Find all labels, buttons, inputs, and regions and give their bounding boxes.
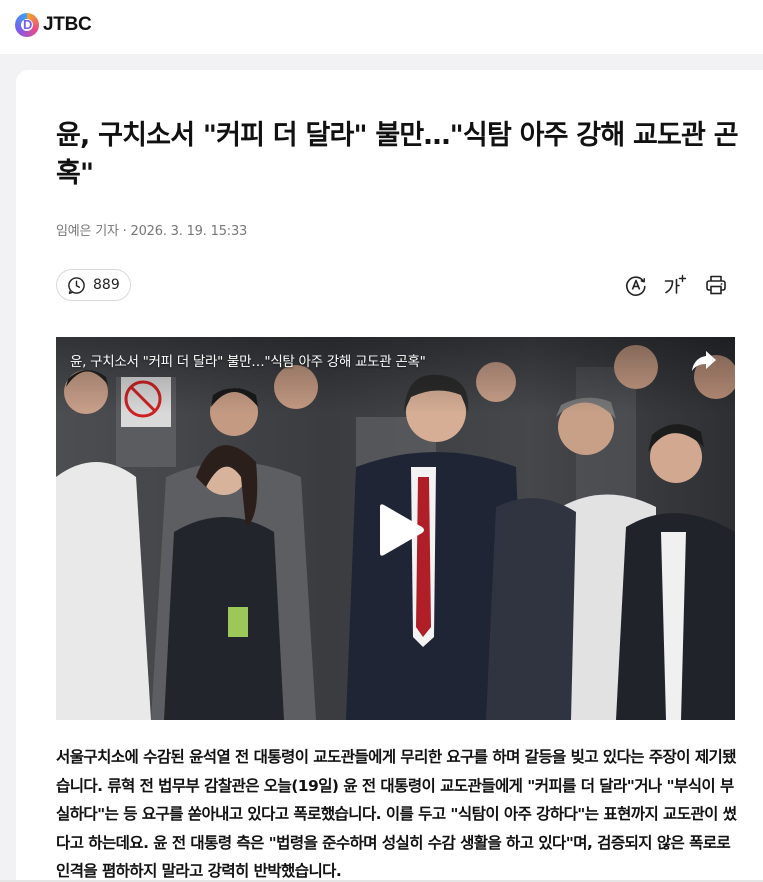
comment-button[interactable]: 889 <box>56 269 131 301</box>
top-bar: D JTBC <box>0 0 763 54</box>
comment-icon <box>68 276 85 294</box>
logo-icon: D <box>15 13 39 37</box>
font-size-icon <box>664 274 687 294</box>
font-size-button[interactable] <box>662 272 688 298</box>
comment-count: 889 <box>93 277 120 293</box>
translate-button[interactable] <box>623 272 649 298</box>
article-headline: 윤, 구치소서 "커피 더 달라" 불만…"식탐 아주 강해 교도관 곤혹" <box>56 120 739 189</box>
article-byline: 임예은 기자 · 2026. 3. 19. 15:33 <box>56 224 248 239</box>
print-icon <box>706 275 726 295</box>
share-arrow-icon[interactable] <box>691 349 717 373</box>
jtbc-logo[interactable]: D JTBC <box>15 13 92 37</box>
article-body: 서울구치소에 수감된 윤석열 전 대통령이 교도관들에게 무리한 요구를 하며 … <box>56 748 737 880</box>
translate-icon <box>626 276 646 296</box>
brand-name: JTBC <box>43 14 92 35</box>
print-button[interactable] <box>703 272 729 298</box>
play-icon[interactable] <box>372 501 426 559</box>
video-title: 윤, 구치소서 "커피 더 달라" 불만…"식탐 아주 강해 교도관 곤혹" <box>70 354 426 370</box>
video-player[interactable]: 윤, 구치소서 "커피 더 달라" 불만…"식탐 아주 강해 교도관 곤혹" <box>56 337 735 720</box>
